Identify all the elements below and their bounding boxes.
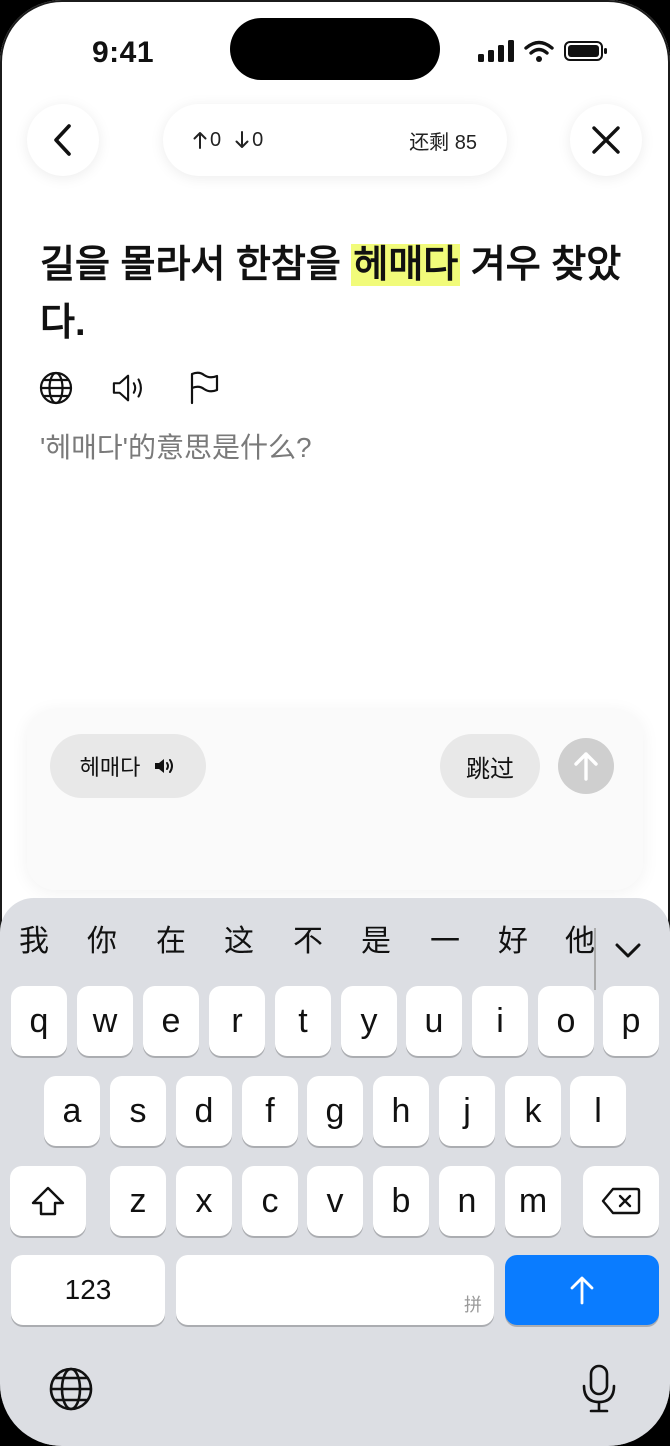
- phone-screen: 9:41 0 0 还剩 85 길을 몰라서 한참을 헤매다 겨우 찾았다. '헤…: [0, 0, 670, 1446]
- key-o[interactable]: o: [538, 986, 594, 1056]
- key-z[interactable]: z: [110, 1166, 166, 1236]
- chevron-down-icon: [615, 943, 641, 958]
- key-j[interactable]: j: [439, 1076, 495, 1146]
- wifi-icon: [524, 40, 554, 62]
- example-sentence: 길을 몰라서 한참을 헤매다 겨우 찾았다.: [40, 236, 640, 352]
- microphone-icon: [582, 1364, 616, 1413]
- key-d[interactable]: d: [176, 1076, 232, 1146]
- key-s[interactable]: s: [110, 1076, 166, 1146]
- progress-pill: 0 0 还剩 85: [163, 104, 507, 176]
- word-chip[interactable]: 헤매다: [50, 734, 206, 798]
- delete-key[interactable]: [583, 1166, 659, 1236]
- key-v[interactable]: v: [307, 1166, 363, 1236]
- candidate-word[interactable]: 你: [82, 916, 122, 960]
- arrow-up-icon: [193, 132, 207, 149]
- key-h[interactable]: h: [373, 1076, 429, 1146]
- close-icon: [592, 126, 620, 154]
- candidate-word[interactable]: 好: [493, 916, 533, 960]
- word-chip-label: 헤매다: [79, 755, 141, 780]
- key-u[interactable]: u: [406, 986, 462, 1056]
- globe-icon: [39, 371, 73, 405]
- status-icons: [478, 40, 608, 62]
- key-f[interactable]: f: [242, 1076, 298, 1146]
- shift-icon: [31, 1186, 65, 1216]
- key-t[interactable]: t: [275, 986, 331, 1056]
- answer-card: 헤매다 跳过: [27, 710, 643, 890]
- key-i[interactable]: i: [472, 986, 528, 1056]
- space-key[interactable]: 拼: [176, 1255, 494, 1325]
- key-p[interactable]: p: [603, 986, 659, 1056]
- candidate-word[interactable]: 一: [425, 916, 465, 960]
- key-n[interactable]: n: [439, 1166, 495, 1236]
- return-key[interactable]: [505, 1255, 659, 1325]
- keyboard-switch-button[interactable]: [48, 1366, 94, 1417]
- key-k[interactable]: k: [505, 1076, 561, 1146]
- target-word: 헤매다: [351, 244, 461, 286]
- back-button[interactable]: [27, 104, 99, 176]
- key-y[interactable]: y: [341, 986, 397, 1056]
- up-counter: 0: [193, 129, 221, 152]
- key-l[interactable]: l: [570, 1076, 626, 1146]
- key-q[interactable]: q: [11, 986, 67, 1056]
- arrow-down-icon: [235, 131, 249, 148]
- report-button[interactable]: [186, 370, 222, 406]
- counters: 0 0: [193, 129, 263, 152]
- down-counter: 0: [235, 129, 263, 152]
- key-a[interactable]: a: [44, 1076, 100, 1146]
- shift-key[interactable]: [10, 1166, 86, 1236]
- expand-candidates-button[interactable]: [614, 942, 642, 965]
- down-count: 0: [252, 128, 264, 151]
- dictation-button[interactable]: [580, 1364, 618, 1419]
- backspace-icon: [601, 1187, 641, 1215]
- dynamic-island: [230, 18, 440, 80]
- sentence-tools: [38, 370, 222, 406]
- status-time: 9:41: [92, 36, 155, 69]
- key-g[interactable]: g: [307, 1076, 363, 1146]
- close-button[interactable]: [570, 104, 642, 176]
- key-b[interactable]: b: [373, 1166, 429, 1236]
- speaker-small-icon: [155, 759, 174, 773]
- translate-button[interactable]: [38, 370, 74, 406]
- numbers-key[interactable]: 123: [11, 1255, 165, 1325]
- battery-icon: [564, 41, 607, 61]
- up-count: 0: [210, 128, 222, 151]
- candidate-word[interactable]: 这: [219, 916, 259, 960]
- globe-icon: [49, 1367, 93, 1411]
- key-r[interactable]: r: [209, 986, 265, 1056]
- chevron-left-icon: [54, 124, 71, 156]
- key-x[interactable]: x: [176, 1166, 232, 1236]
- remaining-label: 还剩 85: [409, 131, 477, 154]
- submit-button[interactable]: [558, 738, 614, 794]
- candidate-divider: [594, 928, 596, 990]
- skip-button[interactable]: 跳过: [440, 734, 540, 798]
- sentence-before: 길을 몰라서 한참을: [40, 244, 352, 286]
- keyboard: 我 你 在 这 不 是 一 好 他 q w e r t y u i o p a: [0, 898, 670, 1446]
- key-w[interactable]: w: [77, 986, 133, 1056]
- arrow-up-icon: [570, 1276, 594, 1305]
- key-c[interactable]: c: [242, 1166, 298, 1236]
- cellular-signal-icon: [478, 40, 514, 62]
- candidate-word[interactable]: 在: [151, 916, 191, 960]
- candidate-word[interactable]: 我: [14, 916, 54, 960]
- question-text: '헤매다'的意思是什么?: [40, 432, 312, 463]
- key-m[interactable]: m: [505, 1166, 561, 1236]
- candidate-word[interactable]: 是: [356, 916, 396, 960]
- speak-sentence-button[interactable]: [112, 370, 148, 406]
- key-e[interactable]: e: [143, 986, 199, 1056]
- flag-icon: [190, 371, 219, 405]
- speaker-icon: [112, 374, 142, 402]
- candidate-word[interactable]: 不: [288, 916, 328, 960]
- arrow-up-icon: [574, 752, 598, 781]
- pinyin-hint: 拼: [464, 1295, 482, 1315]
- candidate-bar: 我 你 在 这 不 是 一 好 他: [0, 916, 670, 990]
